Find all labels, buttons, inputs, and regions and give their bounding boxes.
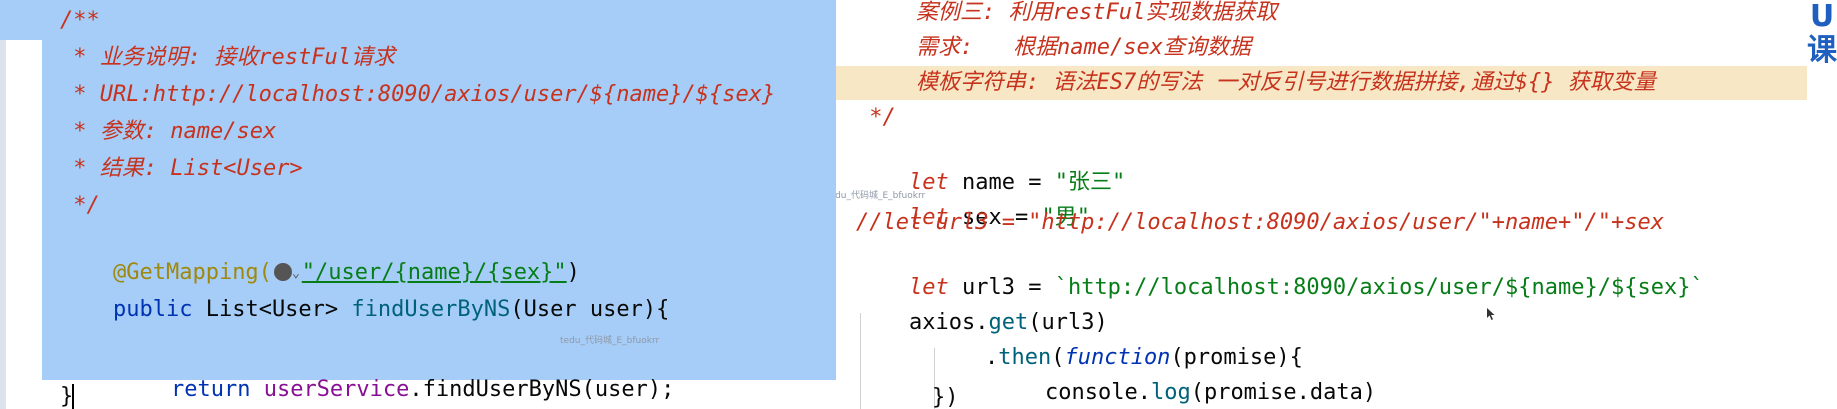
return-type: List<User> bbox=[192, 297, 352, 322]
method-name: findUserByNS bbox=[351, 297, 511, 322]
log-args: (promise.data) bbox=[1190, 380, 1377, 405]
log-method: log bbox=[1150, 380, 1191, 405]
mouse-pointer-icon bbox=[1487, 308, 1495, 320]
doc-line-1: /** bbox=[60, 8, 100, 33]
doc-line-2: * 业务说明: 接收restFul请求 bbox=[60, 45, 395, 70]
annotation-line: @GetMapping(⌄"/user/{name}/{sex}") bbox=[60, 228, 580, 285]
service-call: .findUserByNS(user); bbox=[409, 377, 675, 402]
close-then-line: }) bbox=[932, 385, 959, 409]
console-dot: . bbox=[1137, 380, 1151, 405]
text-cursor bbox=[72, 384, 74, 409]
doc-line-6: */ bbox=[60, 193, 100, 218]
comment-line-1: 案例三: 利用restFul实现数据获取 bbox=[916, 0, 1278, 25]
let-url-line: let url3 = `http://localhost:8090/axios/… bbox=[856, 243, 1704, 300]
doc-line-5: * 结果: List<User> bbox=[60, 156, 303, 181]
commented-url-line: //let url3 = "http://localhost:8090/axio… bbox=[856, 210, 1664, 235]
right-editor-pane[interactable]: 案例三: 利用restFul实现数据获取 需求: 根据name/sex查询数据 … bbox=[836, 0, 1837, 409]
method-signature-line: public List<User> findUserByNS(User user… bbox=[60, 265, 669, 322]
watermark-text: tedu_代码城_E_bfuokrr bbox=[836, 191, 926, 201]
then-line: .then(function(promise){ bbox=[932, 313, 1303, 370]
console-log-line: console.log(promise.data) bbox=[992, 348, 1376, 405]
indent-guide bbox=[860, 313, 861, 409]
method-params: (User user){ bbox=[510, 297, 670, 322]
editor-gutter bbox=[0, 40, 6, 409]
return-keyword: return bbox=[170, 377, 264, 402]
axios-get-line: axios.get(url3) bbox=[856, 278, 1108, 335]
side-banner-text: U 课 bbox=[1807, 0, 1837, 160]
left-editor-pane[interactable]: /** * 业务说明: 接收restFul请求 * URL:http://loc… bbox=[0, 0, 836, 409]
doc-line-3: * URL:http://localhost:8090/axios/user/$… bbox=[60, 82, 776, 107]
public-keyword: public bbox=[112, 297, 193, 322]
url-template-string: `http://localhost:8090/axios/user/${name… bbox=[1054, 275, 1704, 300]
comment-line-2: 需求: 根据name/sex查询数据 bbox=[916, 35, 1251, 60]
doc-line-4: * 参数: name/sex bbox=[60, 119, 277, 144]
service-field: userService bbox=[263, 377, 410, 402]
let-name-line: let name = "张三" bbox=[856, 138, 1125, 195]
selection-top bbox=[0, 0, 42, 40]
comment-line-3: 模板字符串: 语法ES7的写法 一对反引号进行数据拼接,通过${} 获取变量 bbox=[916, 70, 1656, 95]
return-line: return userService.findUserByNS(user); bbox=[118, 345, 674, 402]
console-object: console bbox=[1044, 380, 1138, 405]
comment-close: */ bbox=[856, 105, 896, 130]
